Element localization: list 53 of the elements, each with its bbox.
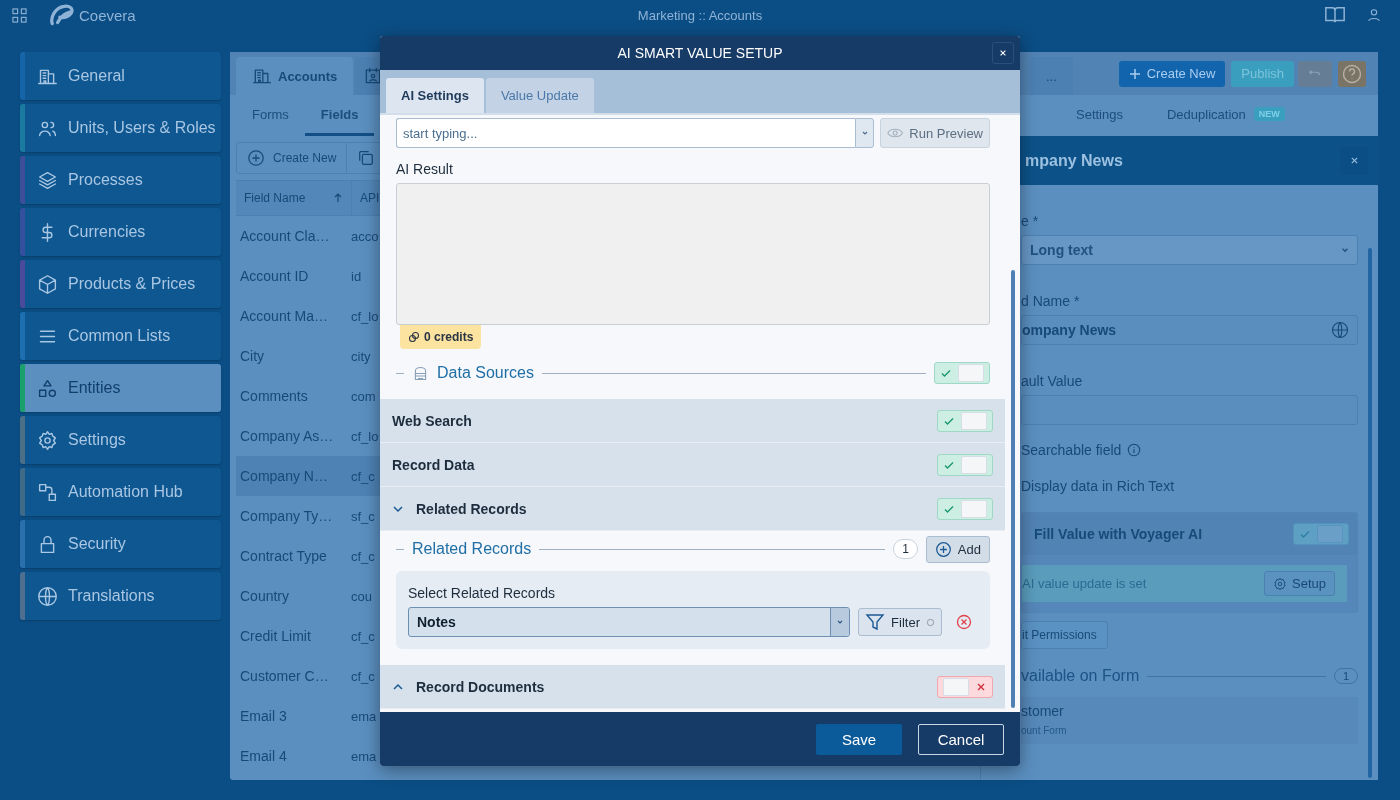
table-cell-text: Company As… (239, 428, 335, 444)
table-cell-text: Contract Type (239, 548, 328, 564)
section-title: vailable on Form (1021, 667, 1140, 685)
tab-label: Deduplication (1167, 106, 1246, 122)
table-cell: cf_c (351, 668, 375, 684)
credits-badge: 0 credits (400, 325, 482, 349)
table-cell-text: Account Ma… (239, 308, 329, 324)
table-cell-text: Comments (239, 388, 309, 404)
table-cell-text: Credit Limit (239, 628, 312, 644)
table-cell: cf_lo (351, 428, 379, 444)
drawer-title: mpany News (1025, 151, 1123, 170)
section-title: Data Sources (437, 364, 534, 382)
table-cell: ema (351, 748, 377, 764)
field-label: Select Related Records (408, 585, 557, 601)
table-cell: ema (351, 708, 377, 724)
table-cell-text: Country (239, 588, 291, 604)
table-cell-text: Company Ty… (239, 508, 334, 524)
table-cell-text: Email 4 (239, 748, 288, 764)
source-label: Record Data (392, 456, 475, 473)
field-label: e * (1021, 213, 1040, 229)
page-title: Marketing :: Accounts (637, 7, 763, 23)
app-name: Coevera (79, 6, 136, 24)
table-cell-text: Account Cla… (239, 228, 331, 244)
section-title: Related Records (412, 540, 532, 558)
table-cell: cf_c (351, 468, 375, 484)
table-cell: cf_c (351, 628, 375, 644)
card-title: Fill Value with Voyager AI (1034, 526, 1204, 542)
tab-label: Settings (1076, 106, 1123, 122)
table-cell-text: Company N… (239, 468, 329, 484)
field-label: ault Value (1021, 373, 1084, 389)
table-cell: cf_c (351, 548, 375, 564)
table-cell: id (351, 268, 362, 284)
form-name: stomer (1021, 703, 1065, 719)
table-cell-text: Account ID (239, 268, 310, 284)
table-cell-text: Customer C… (239, 668, 330, 684)
field-label: d Name * (1021, 293, 1081, 309)
table-cell: sf_c (351, 508, 375, 524)
table-cell: cf_lo (351, 308, 379, 324)
table-cell: city (351, 348, 371, 364)
table-cell: acco (351, 228, 379, 244)
option-label: Display data in Rich Text (1021, 478, 1175, 494)
dialog-title: AI SMART VALUE SETUP (617, 45, 783, 61)
table-cell-text: Email 3 (239, 708, 288, 724)
table-cell: com (351, 388, 376, 404)
source-label: Record Documents (416, 678, 545, 695)
field-label: AI Result (396, 161, 454, 177)
source-label: Related Records (416, 500, 527, 517)
new-badge: NEW (1253, 107, 1285, 121)
count-badge: 1 (893, 539, 918, 559)
option-label: Searchable field (1021, 442, 1122, 458)
table-cell: cou (351, 588, 372, 604)
table-cell-text: City (239, 348, 266, 364)
source-label: Web Search (392, 412, 472, 429)
